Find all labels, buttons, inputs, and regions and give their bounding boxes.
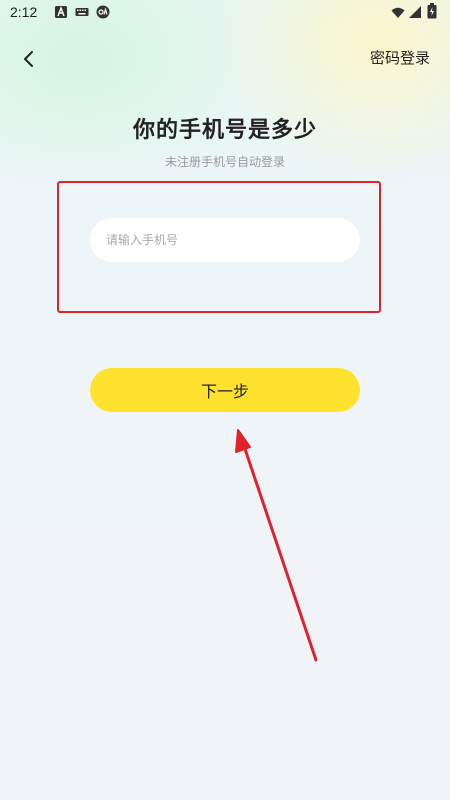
status-time: 2:12 — [10, 4, 38, 20]
battery-icon — [427, 3, 437, 19]
phone-number-input[interactable] — [90, 218, 360, 262]
back-button[interactable] — [14, 44, 44, 74]
page-subtitle: 未注册手机号自动登录 — [164, 155, 285, 169]
signal-icon — [409, 6, 421, 18]
a-notification-icon — [55, 6, 67, 18]
chevron-left-icon — [24, 51, 33, 67]
keyboard-icon — [75, 8, 89, 16]
page-title: 你的手机号是多少 — [132, 118, 317, 143]
wifi-icon — [391, 7, 405, 18]
next-step-button[interactable]: 下一步 — [90, 368, 360, 412]
oa-app-icon — [96, 5, 110, 19]
status-bar: 2:12 — [0, 0, 450, 26]
password-login-link[interactable]: 密码登录 — [370, 47, 430, 68]
